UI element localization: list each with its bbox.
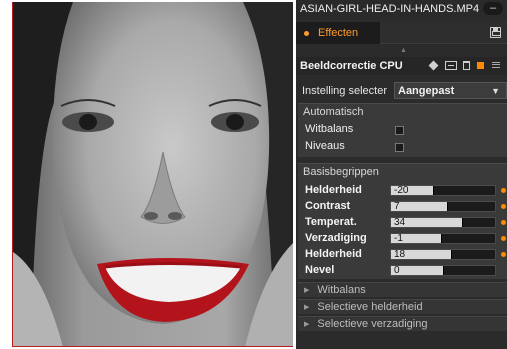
basics-group: Basisbegrippen Helderheid -20 Contrast 7 Tem… — [298, 163, 507, 279]
witbalans-checkbox[interactable] — [395, 126, 404, 135]
reset-dot-icon[interactable] — [501, 236, 506, 241]
automatic-group: Automatisch Witbalans Niveaus — [298, 103, 507, 157]
tab-row: Effecten — [296, 22, 507, 44]
reset-dot-icon[interactable] — [501, 252, 506, 257]
slider-track[interactable]: -20 — [390, 185, 496, 196]
slider-row: Helderheid -20 — [305, 183, 507, 198]
section-witbalans[interactable]: ▶ Witbalans — [298, 282, 507, 297]
plugin-title: Beeldcorrectie CPU — [300, 60, 403, 72]
effects-panel: ASIAN-GIRL-HEAD-IN-HANDS.MP4 – Effecten … — [296, 0, 507, 349]
preset-row: Instelling selecter Aangepast ▼ — [296, 82, 507, 99]
slider-track[interactable]: 0 — [390, 265, 496, 276]
section-selectieve-helderheid[interactable]: ▶ Selectieve helderheid — [298, 299, 507, 314]
slider-track[interactable]: 7 — [390, 201, 496, 212]
slider-label: Helderheid — [305, 184, 362, 196]
expand-arrow-icon: ▶ — [304, 304, 310, 311]
video-preview[interactable] — [12, 2, 293, 347]
slider-track[interactable]: -1 — [390, 233, 496, 244]
slider-handle[interactable] — [440, 234, 442, 243]
check-row-niveaus[interactable]: Niveaus — [305, 140, 505, 154]
keyframe-diamond-icon[interactable] — [428, 60, 439, 71]
tab-effecten[interactable]: Effecten — [296, 22, 380, 44]
slider-value[interactable]: -1 — [394, 233, 403, 244]
preset-label: Instelling selecter — [302, 84, 387, 97]
face-image — [13, 2, 293, 346]
slider-row: Temperat. 34 — [305, 215, 507, 230]
slider-value[interactable]: 7 — [394, 201, 400, 212]
slider-label: Contrast — [305, 200, 351, 212]
collapse-caret-icon[interactable]: ▲ — [400, 47, 407, 54]
slider-value[interactable]: 34 — [394, 217, 405, 228]
expand-arrow-icon: ▶ — [304, 321, 310, 328]
slider-track[interactable]: 34 — [390, 217, 496, 228]
slider-handle[interactable] — [451, 250, 453, 259]
slider-row: Verzadiging -1 — [305, 231, 507, 246]
active-dot-icon — [304, 30, 309, 36]
slider-handle[interactable] — [432, 186, 434, 195]
slider-track[interactable]: 18 — [390, 249, 496, 260]
section-label: Selectieve helderheid — [317, 301, 423, 313]
reset-dot-icon[interactable] — [501, 220, 506, 225]
slider-row: Nevel 0 — [305, 263, 507, 278]
basics-title: Basisbegrippen — [303, 166, 379, 178]
check-label: Witbalans — [305, 123, 354, 135]
check-label: Niveaus — [305, 140, 345, 152]
niveaus-checkbox[interactable] — [395, 143, 404, 152]
slider-label: Nevel — [305, 264, 335, 276]
preset-icon[interactable] — [445, 61, 457, 70]
preset-value: Aangepast — [398, 84, 455, 97]
title-bar: ASIAN-GIRL-HEAD-IN-HANDS.MP4 – — [296, 0, 507, 18]
plugin-header: Beeldcorrectie CPU — [296, 57, 507, 75]
slider-label: Helderheid — [305, 248, 362, 260]
preset-select[interactable]: Aangepast ▼ — [394, 82, 507, 99]
section-selectieve-verzadiging[interactable]: ▶ Selectieve verzadiging — [298, 316, 507, 331]
slider-label: Verzadiging — [305, 232, 367, 244]
automatic-title: Automatisch — [303, 106, 364, 118]
slider-value[interactable]: 18 — [394, 249, 405, 260]
reset-dot-icon[interactable] — [501, 204, 506, 209]
minimize-button[interactable]: – — [483, 2, 503, 15]
slider-handle[interactable] — [447, 202, 449, 211]
enable-toggle-icon[interactable] — [477, 62, 484, 69]
slider-row: Helderheid 18 — [305, 247, 507, 262]
save-icon[interactable] — [490, 27, 501, 38]
trash-icon[interactable] — [463, 61, 470, 70]
section-label: Selectieve verzadiging — [317, 318, 428, 330]
slider-label: Temperat. — [305, 216, 357, 228]
menu-icon[interactable] — [492, 62, 500, 68]
tab-label: Effecten — [318, 27, 359, 39]
dropdown-arrow-icon: ▼ — [491, 86, 500, 96]
slider-row: Contrast 7 — [305, 199, 507, 214]
reset-dot-icon[interactable] — [501, 188, 506, 193]
slider-value[interactable]: 0 — [394, 265, 400, 276]
check-row-witbalans[interactable]: Witbalans — [305, 123, 505, 137]
slider-handle[interactable] — [443, 266, 444, 275]
section-label: Witbalans — [317, 284, 366, 296]
expand-arrow-icon: ▶ — [304, 287, 310, 294]
slider-value[interactable]: -20 — [394, 185, 408, 196]
slider-handle[interactable] — [461, 218, 463, 227]
clip-title: ASIAN-GIRL-HEAD-IN-HANDS.MP4 — [300, 3, 480, 15]
